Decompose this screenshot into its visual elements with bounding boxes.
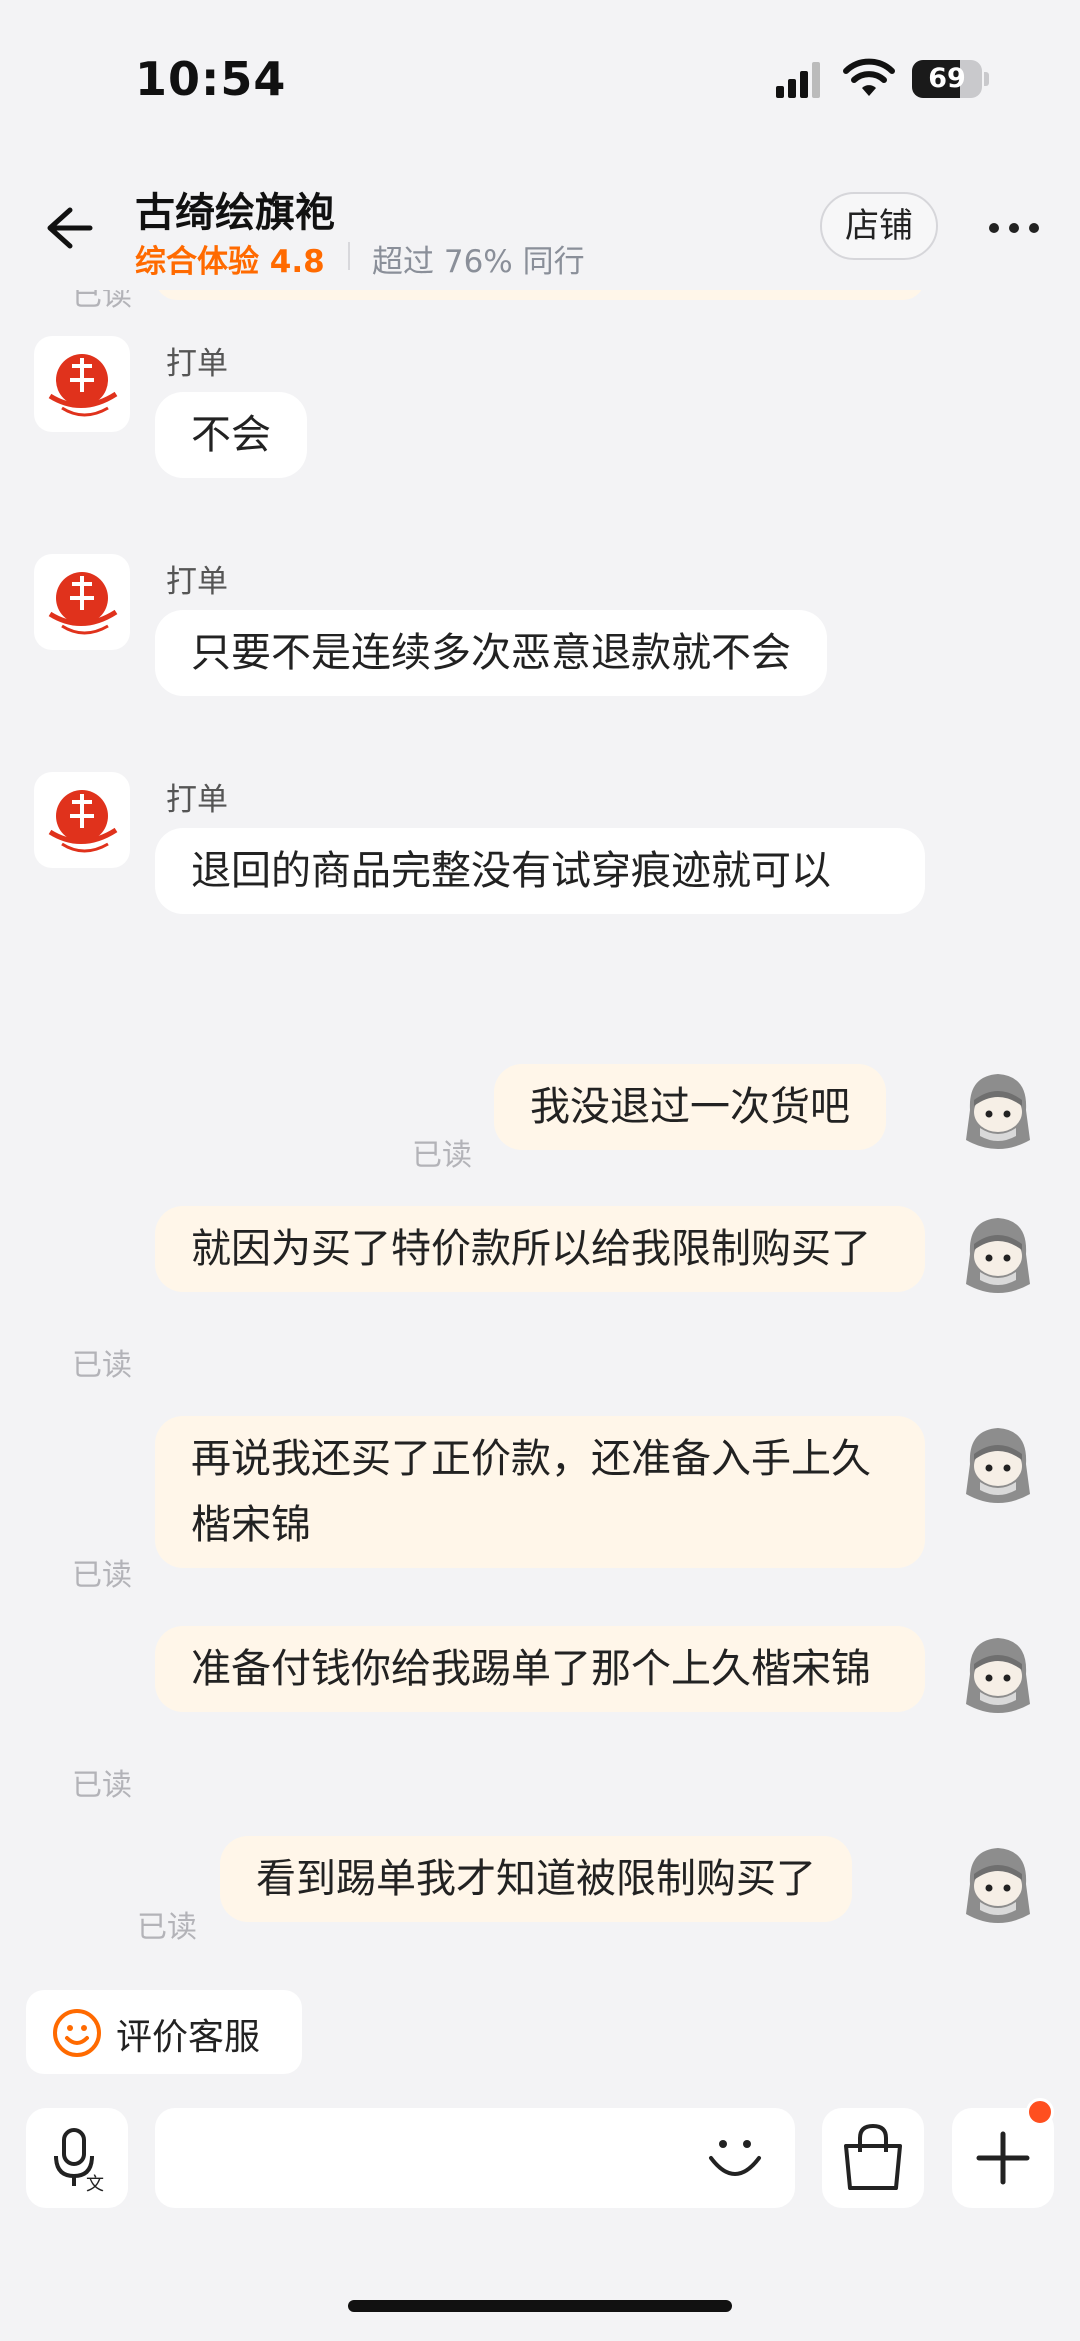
rate-service-button[interactable]: 评价客服 [26,1990,302,2074]
svg-text:文: 文 [86,2174,104,2195]
user-avatar[interactable] [960,1070,1036,1154]
smile-icon [53,2009,101,2057]
user-avatar[interactable] [960,1214,1036,1298]
status-bar: 10:54 69 [0,0,1080,150]
status-time: 10:54 [135,52,287,106]
divider [348,242,350,270]
shop-logo-icon [48,790,118,853]
shop-logo-icon [48,354,118,417]
battery-percent: 69 [928,63,966,94]
message-bubble[interactable]: 退回的商品完整没有试穿痕迹就可以 [155,828,925,914]
more-icon[interactable] [986,208,1042,248]
read-status: 已读 [72,290,132,313]
emoji-icon[interactable] [705,2132,765,2186]
rate-service-label: 评价客服 [116,2017,261,2058]
shopping-bag-button[interactable] [822,2108,924,2208]
wifi-icon [843,58,895,96]
voice-button[interactable]: 文 [26,2108,128,2208]
chat-header: 古绮绘旗袍 综合体验 4.8 超过 76% 同行 店铺 [0,150,1080,290]
shopping-bag-icon [844,2123,902,2190]
message-bubble[interactable]: 看到踢单我才知道被限制购买了 [220,1836,852,1922]
read-status: 已读 [72,1348,132,1383]
home-indicator[interactable] [348,2300,732,2312]
read-status: 已读 [412,1138,472,1173]
rating-score: 综合体验 4.8 [135,244,325,280]
signal-icon [776,62,820,98]
shop-title[interactable]: 古绮绘旗袍 [135,180,335,238]
message-bubble[interactable]: 只要不是连续多次恶意退款就不会 [155,610,827,696]
message-bubble[interactable]: 就因为买了特价款所以给我限制购买了 [155,1206,925,1292]
user-avatar[interactable] [960,1424,1036,1508]
message-input[interactable] [155,2108,795,2208]
input-bar: 文 [0,2098,1080,2230]
sender-name: 打单 [166,782,228,818]
shop-avatar[interactable] [34,554,130,650]
previous-message-bubble [155,290,925,300]
sender-name: 打单 [166,346,228,382]
read-status: 已读 [72,1768,132,1803]
store-button[interactable]: 店铺 [820,192,938,260]
user-avatar[interactable] [960,1634,1036,1718]
sender-name: 打单 [166,564,228,600]
user-avatar[interactable] [960,1844,1036,1928]
battery-icon: 69 [912,60,989,98]
chat-list[interactable]: 已读 打单 不会 打单 只要不是连续多次恶意退款就不会 打单 退回的商品完整没有… [0,290,1080,1970]
peer-rank: 超过 76% 同行 [372,244,585,280]
message-bubble[interactable]: 不会 [155,392,307,478]
notification-badge [1026,2098,1054,2126]
read-status: 已读 [72,1558,132,1593]
shop-avatar[interactable] [34,772,130,868]
back-arrow-icon[interactable] [40,200,96,256]
voice-icon: 文 [54,2128,104,2195]
shop-avatar[interactable] [34,336,130,432]
message-bubble[interactable]: 再说我还买了正价款，还准备入手上久楷宋锦 [155,1416,925,1568]
shop-logo-icon [48,572,118,635]
message-bubble[interactable]: 我没退过一次货吧 [494,1064,886,1150]
read-status: 已读 [137,1910,197,1945]
message-bubble[interactable]: 准备付钱你给我踢单了那个上久楷宋锦 [155,1626,925,1712]
